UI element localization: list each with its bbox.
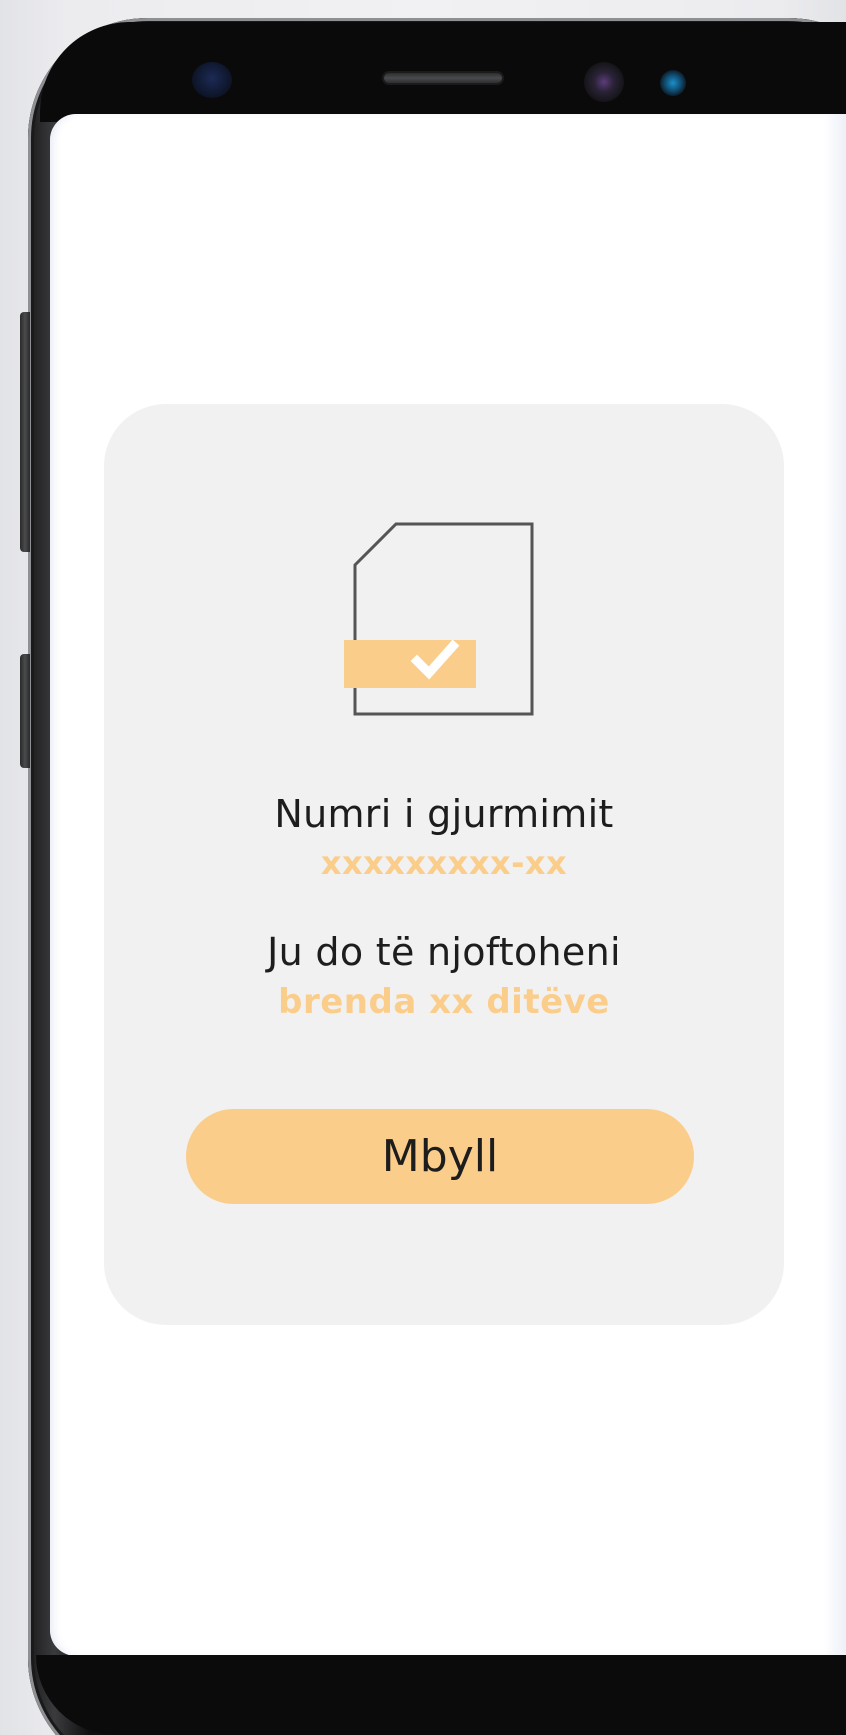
mockup-canvas: Numri i gjurmimit xxxxxxxxx-xx Ju do të … <box>0 0 846 1735</box>
close-button[interactable]: Mbyll <box>186 1109 694 1204</box>
notify-label: Ju do të njoftoheni <box>267 930 621 974</box>
earpiece-speaker <box>384 73 502 83</box>
tracking-number: xxxxxxxxx-xx <box>320 844 568 882</box>
front-camera-icon <box>584 62 624 102</box>
iris-scanner-icon <box>660 70 686 96</box>
bixby-button <box>20 312 30 552</box>
notify-period: brenda xx ditëve <box>278 982 610 1022</box>
confirmation-card: Numri i gjurmimit xxxxxxxxx-xx Ju do të … <box>104 404 784 1325</box>
screen-curved-edge <box>824 114 846 1656</box>
bottom-bezel <box>36 1655 846 1735</box>
tracking-label: Numri i gjurmimit <box>274 792 614 836</box>
top-bezel <box>40 22 846 122</box>
document-check-icon <box>344 522 534 716</box>
volume-button <box>20 654 30 768</box>
proximity-sensor-icon <box>192 62 232 98</box>
